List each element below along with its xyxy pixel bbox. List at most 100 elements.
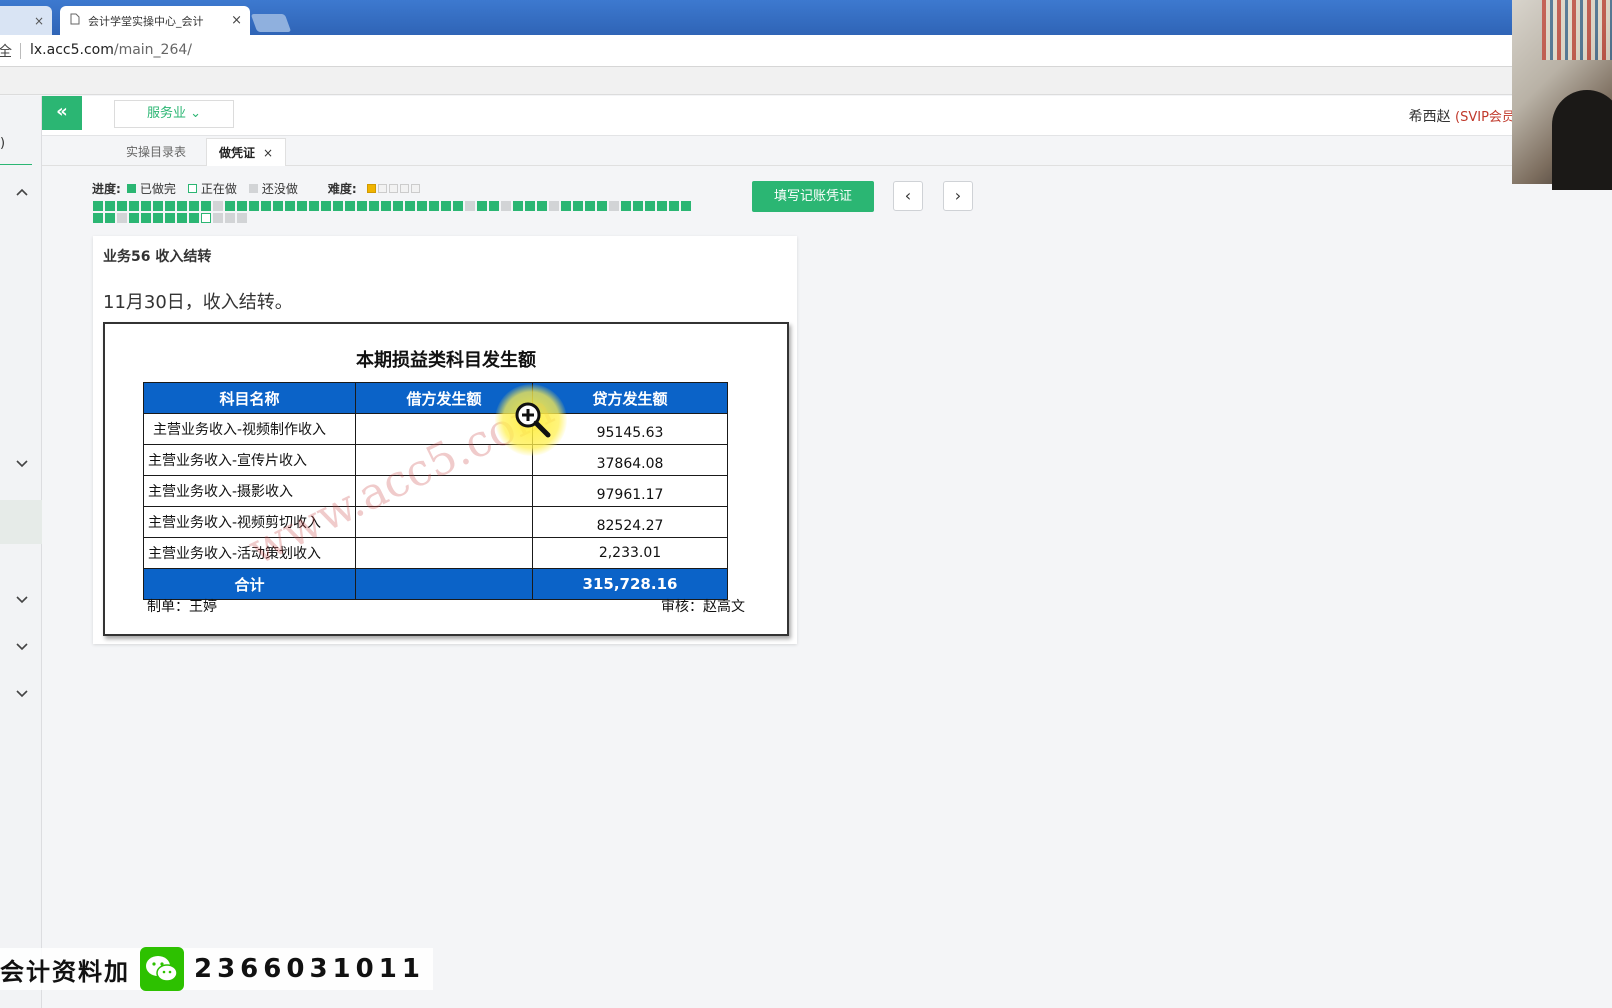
progress-cell[interactable] <box>621 201 631 211</box>
progress-cell[interactable] <box>669 201 679 211</box>
progress-cell[interactable] <box>417 201 427 211</box>
progress-cell[interactable] <box>513 201 523 211</box>
sidebar-item-highlight[interactable] <box>0 500 42 544</box>
progress-cell[interactable] <box>165 201 175 211</box>
progress-cell[interactable] <box>225 213 235 223</box>
progress-cell[interactable] <box>117 201 127 211</box>
chevron-down-icon[interactable] <box>14 594 30 608</box>
browser-tab-bar: 管 × 会计学堂实操中心_会计 × <box>0 0 1612 35</box>
progress-cell[interactable] <box>93 213 103 223</box>
left-sidebar: ) <box>0 96 42 1008</box>
progress-cell[interactable] <box>657 201 667 211</box>
income-statement-table: 科目名称 借方发生额 贷方发生额 主营业务收入-视频制作收入 95145.63 … <box>143 382 728 600</box>
progress-cell[interactable] <box>237 213 247 223</box>
chevron-down-icon[interactable] <box>14 641 30 655</box>
progress-cell[interactable] <box>609 201 619 211</box>
user-info[interactable]: 希西赵 (SVIP会员) <box>1409 106 1520 126</box>
progress-cell[interactable] <box>405 201 415 211</box>
progress-cell[interactable] <box>237 201 247 211</box>
progress-cell[interactable] <box>597 201 607 211</box>
progress-cell[interactable] <box>105 201 115 211</box>
close-icon[interactable]: × <box>231 13 242 28</box>
browser-tab-previous[interactable]: × <box>0 6 52 35</box>
progress-cell[interactable] <box>477 201 487 211</box>
progress-cell[interactable] <box>549 201 559 211</box>
progress-cell[interactable] <box>93 201 103 211</box>
progress-cell[interactable] <box>177 213 187 223</box>
reviewed-by: 审核：赵高文 <box>661 599 745 615</box>
progress-cell[interactable] <box>537 201 547 211</box>
star-icon <box>410 184 420 193</box>
progress-cell[interactable] <box>489 201 499 211</box>
chevron-up-icon[interactable] <box>14 186 30 200</box>
progress-cell[interactable] <box>321 201 331 211</box>
progress-cell[interactable] <box>441 201 451 211</box>
progress-cell[interactable] <box>189 201 199 211</box>
progress-cell[interactable] <box>153 213 163 223</box>
new-tab-button[interactable] <box>250 14 292 32</box>
progress-cell[interactable] <box>261 201 271 211</box>
progress-cell[interactable] <box>141 213 151 223</box>
progress-cell[interactable] <box>189 213 199 223</box>
progress-cell[interactable] <box>681 201 691 211</box>
debit-amount <box>355 444 533 476</box>
progress-cell[interactable] <box>273 201 283 211</box>
next-button[interactable]: › <box>943 181 973 211</box>
progress-cell[interactable] <box>465 201 475 211</box>
url-host: lx.acc5.com <box>30 42 114 58</box>
progress-cell[interactable] <box>561 201 571 211</box>
source-document[interactable]: 本期损益类科目发生额 科目名称 借方发生额 贷方发生额 主营业务收入-视频制作收… <box>103 322 789 636</box>
progress-cell[interactable] <box>213 201 223 211</box>
progress-cell[interactable] <box>105 213 115 223</box>
progress-cell[interactable] <box>393 201 403 211</box>
chevron-down-icon[interactable] <box>14 458 30 472</box>
progress-cell[interactable] <box>645 201 655 211</box>
previous-button[interactable]: ‹ <box>893 181 923 211</box>
progress-cell[interactable] <box>357 201 367 211</box>
progress-cell[interactable] <box>201 201 211 211</box>
progress-cell[interactable] <box>453 201 463 211</box>
zoom-cursor-highlight <box>495 384 567 456</box>
tab-catalog[interactable]: 实操目录表 <box>114 138 198 166</box>
progress-cell[interactable] <box>309 201 319 211</box>
progress-cell[interactable] <box>525 201 535 211</box>
progress-cell[interactable] <box>429 201 439 211</box>
progress-cell[interactable] <box>573 201 583 211</box>
industry-select[interactable]: 服务业 ⌄ <box>114 100 234 128</box>
tab-voucher[interactable]: 做凭证 × <box>206 138 287 166</box>
progress-cell[interactable] <box>585 201 595 211</box>
close-icon[interactable]: × <box>263 146 273 160</box>
progress-cell[interactable] <box>129 201 139 211</box>
close-icon[interactable]: × <box>34 14 44 28</box>
progress-cell[interactable] <box>129 213 139 223</box>
sidebar-text-fragment: ) <box>0 136 6 151</box>
star-icon <box>366 184 376 193</box>
progress-cell[interactable] <box>153 201 163 211</box>
progress-cell[interactable] <box>141 201 151 211</box>
table-row: 主营业务收入-视频制作收入 95145.63 <box>143 413 728 445</box>
address-bar[interactable]: 全 lx.acc5.com/main_264/ <box>0 35 1612 67</box>
url-field[interactable]: lx.acc5.com/main_264/ <box>30 42 192 58</box>
progress-cell[interactable] <box>381 201 391 211</box>
collapse-sidebar-button[interactable]: « <box>42 96 82 130</box>
progress-cell[interactable] <box>285 201 295 211</box>
chevron-down-icon[interactable] <box>14 688 30 702</box>
fill-voucher-button[interactable]: 填写记账凭证 <box>752 181 874 212</box>
progress-cell[interactable] <box>297 201 307 211</box>
progress-cell[interactable] <box>501 201 511 211</box>
browser-tab-active[interactable]: 会计学堂实操中心_会计 × <box>60 6 250 35</box>
progress-cell[interactable] <box>225 201 235 211</box>
progress-cell[interactable] <box>177 201 187 211</box>
account-name: 主营业务收入-视频剪切收入 <box>143 506 356 538</box>
progress-cell[interactable] <box>333 201 343 211</box>
progress-cell[interactable] <box>201 213 211 223</box>
progress-cell[interactable] <box>249 201 259 211</box>
progress-cell[interactable] <box>213 213 223 223</box>
progress-cell[interactable] <box>369 201 379 211</box>
total-credit: 315,728.16 <box>532 568 728 600</box>
total-label: 合计 <box>143 568 356 600</box>
progress-cell[interactable] <box>165 213 175 223</box>
progress-cell[interactable] <box>345 201 355 211</box>
progress-cell[interactable] <box>633 201 643 211</box>
progress-cell[interactable] <box>117 213 127 223</box>
